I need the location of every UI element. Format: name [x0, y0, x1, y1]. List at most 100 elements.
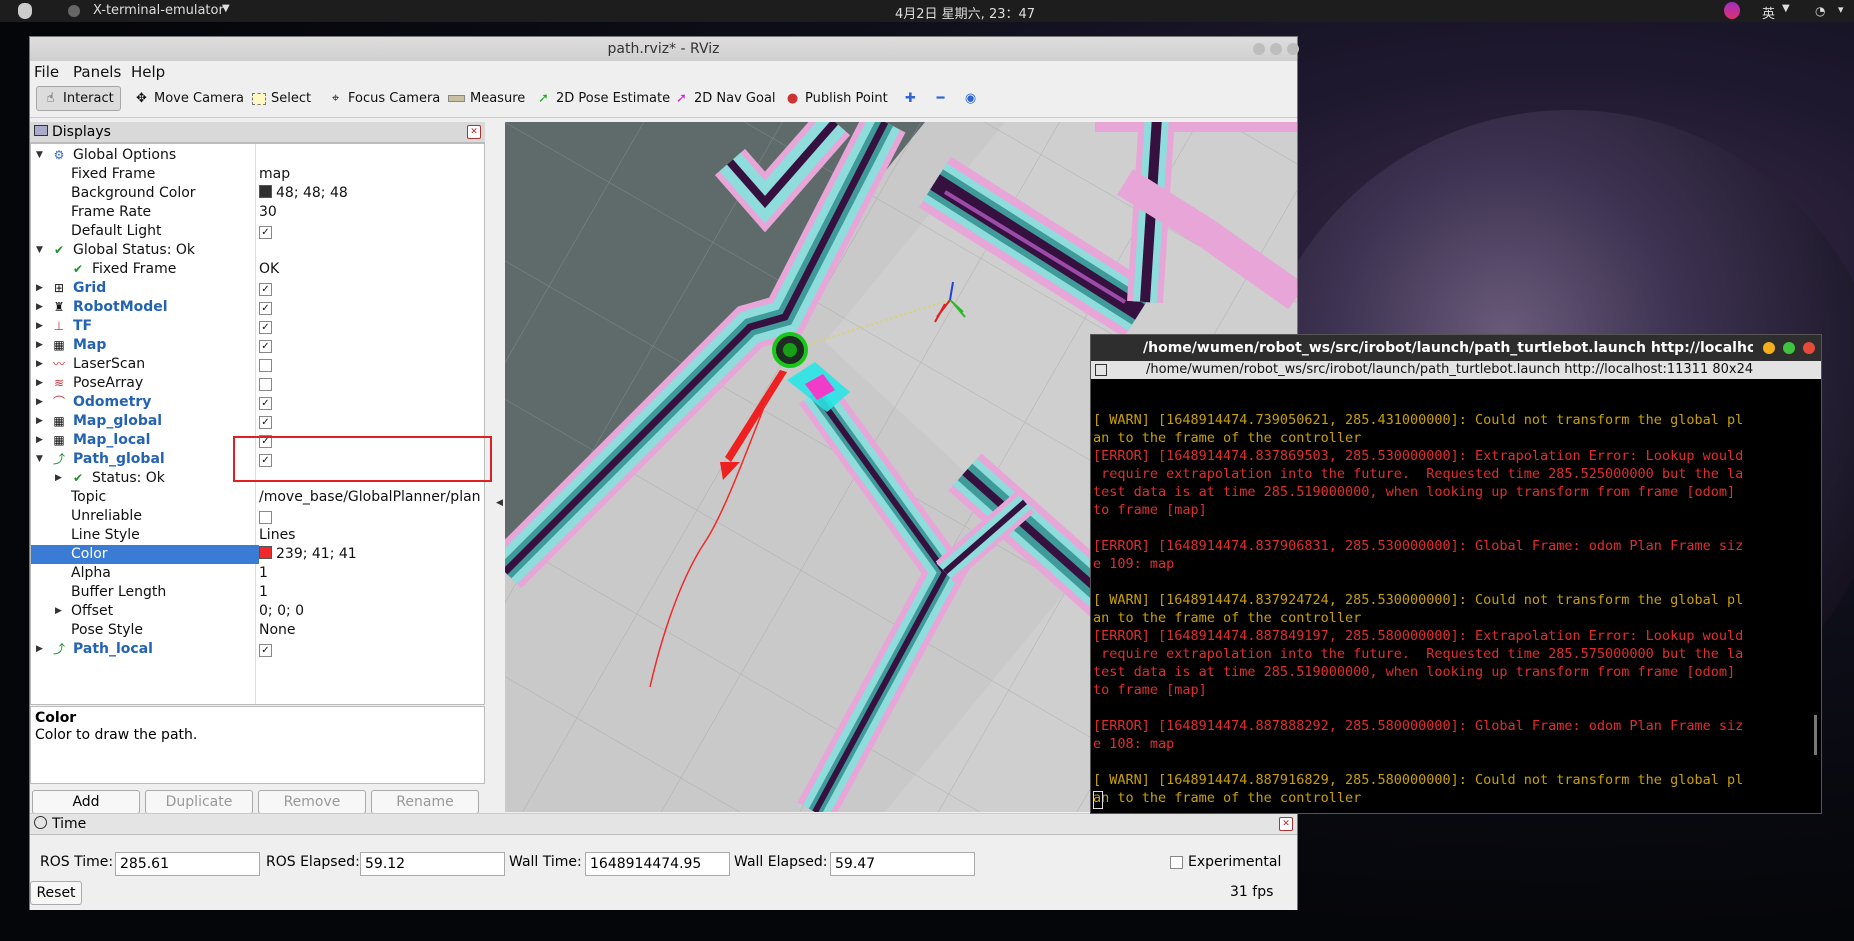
close-button[interactable] [1803, 342, 1815, 354]
tree-row-odometry[interactable]: ▶ ⌒ Odometry ✓ [31, 393, 484, 412]
close-icon[interactable]: ✕ [467, 125, 481, 139]
input-method[interactable]: 英 [1762, 3, 1775, 22]
experimental-checkbox[interactable] [1170, 856, 1183, 869]
tree-row-default-light[interactable]: Default Light ✓ [31, 222, 484, 241]
maximize-button[interactable] [1270, 43, 1282, 55]
topic-value[interactable]: /move_base/GlobalPlanner/plan [259, 488, 481, 507]
row-value[interactable]: 1 [259, 564, 268, 583]
row-value[interactable]: None [259, 621, 296, 640]
tree-row-pose-style[interactable]: Pose Style None [31, 621, 484, 640]
active-app-name[interactable]: X-terminal-emulator [93, 3, 224, 18]
ros-time-field[interactable]: 285.61 [115, 852, 260, 876]
tool-move-camera[interactable]: ✥ Move Camera [134, 91, 244, 106]
tree-row-color[interactable]: Color 239; 41; 41 [31, 545, 484, 564]
tool-interact[interactable]: ☝ Interact [36, 86, 121, 111]
checkbox[interactable]: ✓ [259, 340, 272, 353]
expand-right-icon[interactable]: ▶ [36, 298, 43, 317]
tree-row-laserscan[interactable]: ▶ 〰 LaserScan [31, 355, 484, 374]
expand-right-icon[interactable]: ▶ [36, 317, 43, 336]
tool-focus-camera[interactable]: ⌖ Focus Camera [328, 91, 440, 106]
tree-row-offset[interactable]: ▶ Offset 0; 0; 0 [31, 602, 484, 621]
clock[interactable]: 4月2日 星期六, 23：47 [895, 3, 1035, 22]
collapse-left-icon[interactable]: ◀ [496, 498, 503, 508]
terminal-window[interactable]: /home/wumen/robot_ws/src/irobot/launch/p… [1090, 334, 1822, 814]
tree-row-buffer-length[interactable]: Buffer Length 1 [31, 583, 484, 602]
tool-2d-pose-estimate[interactable]: ➚ 2D Pose Estimate [536, 91, 670, 106]
maximize-button[interactable] [1783, 342, 1795, 354]
rviz-titlebar[interactable]: path.rviz* - RViz [30, 37, 1299, 61]
menu-help[interactable]: Help [131, 63, 165, 81]
row-value[interactable]: 30 [259, 203, 277, 222]
expand-down-icon[interactable]: ▼ [36, 146, 43, 165]
expand-right-icon[interactable]: ▶ [55, 469, 62, 488]
row-value-wrap[interactable]: 48; 48; 48 [259, 184, 348, 203]
ros-elapsed-field[interactable]: 59.12 [360, 852, 505, 876]
menu-panels[interactable]: Panels [73, 63, 121, 81]
row-value[interactable]: Lines [259, 526, 295, 545]
tree-row-grid[interactable]: ▶ ⊞ Grid ✓ [31, 279, 484, 298]
tree-row-tf[interactable]: ▶ ⊥ TF ✓ [31, 317, 484, 336]
tree-row-alpha[interactable]: Alpha 1 [31, 564, 484, 583]
terminal-titlebar[interactable]: /home/wumen/robot_ws/src/irobot/launch/p… [1091, 335, 1821, 361]
system-menu-icon[interactable]: ▾ [1838, 3, 1844, 16]
tree-row-map-global[interactable]: ▶ ▦ Map_global ✓ [31, 412, 484, 431]
wifi-icon[interactable]: ◔ [1815, 4, 1825, 18]
checkbox[interactable]: ✓ [259, 321, 272, 334]
terminal-tab-icon[interactable] [1095, 364, 1107, 376]
remove-tool-button[interactable]: ━ [933, 91, 948, 106]
close-icon[interactable]: ✕ [1279, 817, 1293, 831]
tree-row-fixed-frame[interactable]: Fixed Frame map [31, 165, 484, 184]
expand-right-icon[interactable]: ▶ [55, 602, 62, 621]
checkbox[interactable]: ✓ [259, 416, 272, 429]
tree-row-background-color[interactable]: Background Color 48; 48; 48 [31, 184, 484, 203]
checkbox[interactable]: ✓ [259, 302, 272, 315]
expand-down-icon[interactable]: ▼ [36, 241, 43, 260]
chevron-down-icon[interactable]: ▼ [1782, 3, 1790, 14]
terminal-tab-title[interactable]: /home/wumen/robot_ws/src/irobot/launch/p… [1146, 361, 1753, 379]
checkbox[interactable] [259, 359, 272, 372]
wall-time-field[interactable]: 1648914474.95 [585, 852, 730, 876]
wall-elapsed-field[interactable]: 59.47 [830, 852, 975, 876]
checkbox[interactable]: ✓ [259, 644, 272, 657]
checkbox[interactable]: ✓ [259, 226, 272, 239]
tree-row-robotmodel[interactable]: ▶ ♜ RobotModel ✓ [31, 298, 484, 317]
apple-menu-icon[interactable] [18, 3, 32, 19]
row-value[interactable]: 1 [259, 583, 268, 602]
duplicate-button[interactable]: Duplicate [145, 790, 253, 814]
expand-right-icon[interactable]: ▶ [36, 393, 43, 412]
expand-right-icon[interactable]: ▶ [36, 336, 43, 355]
terminal-scrollbar[interactable] [1814, 715, 1817, 755]
row-value[interactable]: 0; 0; 0 [259, 602, 304, 621]
minimize-button[interactable] [1763, 342, 1775, 354]
tool-select[interactable]: Select [252, 91, 311, 106]
checkbox[interactable]: ✓ [259, 283, 272, 296]
tool-publish-point[interactable]: ● Publish Point [785, 91, 888, 106]
reset-button[interactable]: Reset [30, 881, 82, 905]
tree-row-posearray[interactable]: ▶ ≋ PoseArray [31, 374, 484, 393]
minimize-button[interactable] [1253, 43, 1265, 55]
row-value-wrap[interactable]: 239; 41; 41 [259, 545, 484, 564]
checkbox[interactable] [259, 511, 272, 524]
expand-right-icon[interactable]: ▶ [36, 355, 43, 374]
tree-row-topic[interactable]: Topic/move_base/GlobalPlanner/plan [31, 488, 484, 507]
expand-right-icon[interactable]: ▶ [36, 640, 43, 659]
tool-measure[interactable]: Measure [448, 91, 525, 106]
rename-button[interactable]: Rename [371, 790, 479, 814]
menu-file[interactable]: File [34, 63, 59, 81]
expand-down-icon[interactable]: ▼ [36, 450, 43, 469]
tree-row-path-local[interactable]: ▶ ⤴ Path_local ✓ [31, 640, 484, 659]
remove-button[interactable]: Remove [258, 790, 366, 814]
checkbox[interactable]: ✓ [259, 397, 272, 410]
add-tool-button[interactable]: ✚ [903, 91, 918, 106]
close-button[interactable] [1287, 43, 1299, 55]
tree-row-unreliable[interactable]: Unreliable [31, 507, 484, 526]
tree-row-frame-rate[interactable]: Frame Rate 30 [31, 203, 484, 222]
tree-row-line-style[interactable]: Line Style Lines [31, 526, 484, 545]
expand-right-icon[interactable]: ▶ [36, 279, 43, 298]
tool-properties-button[interactable]: ◉ [963, 91, 978, 106]
add-button[interactable]: Add [32, 790, 140, 814]
tree-row-map[interactable]: ▶ ▦ Map ✓ [31, 336, 484, 355]
checkbox[interactable] [259, 378, 272, 391]
tree-row-global-options[interactable]: ▼ ⚙ Global Options [31, 146, 484, 165]
flame-icon[interactable] [1724, 2, 1740, 19]
